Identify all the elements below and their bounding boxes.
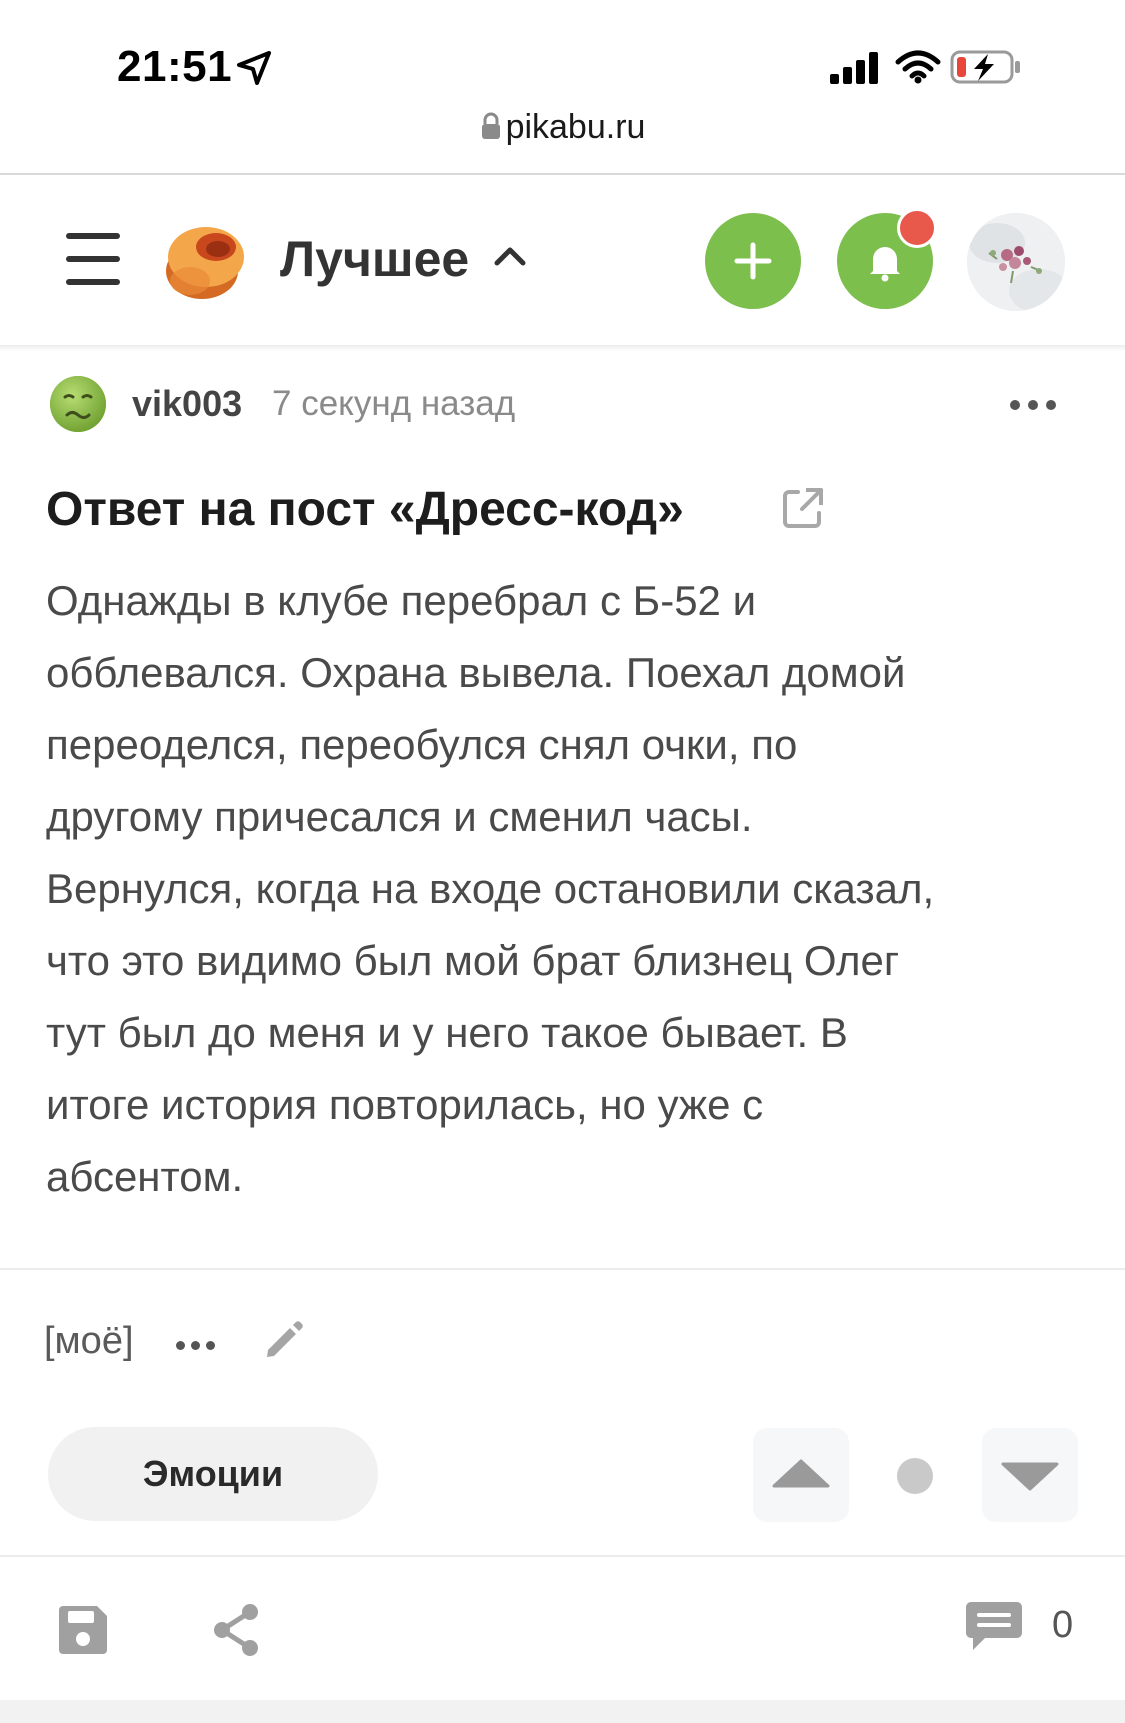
location-arrow-icon — [237, 51, 271, 85]
pencil-icon[interactable] — [262, 1318, 306, 1362]
post-body-line: другому причесался и сменил часы. — [46, 793, 753, 840]
cellular-signal-icon — [830, 52, 878, 84]
post-body-line: Вернулся, когда на входе остановили сказ… — [46, 865, 935, 912]
author-name[interactable]: vik003 — [132, 383, 242, 425]
plus-icon — [734, 242, 772, 280]
upvote-button[interactable] — [753, 1428, 849, 1522]
divider — [0, 1268, 1125, 1270]
post-body-line: тут был до меня и у него такое бывает. В — [46, 1009, 848, 1056]
emotions-button[interactable]: Эмоции — [48, 1427, 378, 1521]
post-body-line: итоге история повторилась, но уже с — [46, 1081, 764, 1128]
header-shadow — [0, 345, 1125, 351]
rating-hidden-indicator — [897, 1458, 933, 1494]
post-more-options-icon[interactable] — [1010, 395, 1060, 415]
tags-more-icon[interactable] — [176, 1341, 218, 1351]
share-icon[interactable] — [210, 1602, 262, 1658]
status-bar: 21:51 pikabu.ru — [0, 0, 1125, 146]
post-body-line: что это видимо был мой брат близнец Олег — [46, 937, 900, 984]
section-title[interactable]: Лучшее — [280, 230, 469, 288]
site-header: Лучшее — [0, 175, 1125, 345]
save-icon[interactable] — [55, 1602, 111, 1658]
post-body-line: переоделся, переобулся снял очки, по — [46, 721, 798, 768]
status-time: 21:51 — [117, 42, 233, 91]
comment-count[interactable]: 0 — [1052, 1604, 1073, 1647]
author-avatar[interactable] — [49, 375, 107, 433]
url-text: pikabu.ru — [505, 108, 646, 146]
post-tag[interactable]: [моё] — [44, 1320, 134, 1363]
wifi-icon — [895, 50, 941, 84]
lock-icon — [481, 112, 500, 139]
divider — [0, 1555, 1125, 1557]
post-body-line: абсентом. — [46, 1153, 244, 1200]
add-post-button[interactable] — [705, 213, 801, 309]
post-body: Однажды в клубе перебрал с Б-52 и обблев… — [46, 565, 1086, 1213]
chevron-up-icon[interactable] — [493, 245, 527, 267]
address-bar[interactable]: pikabu.ru — [0, 108, 1125, 147]
post-body-line: обблевался. Охрана вывела. Поехал домой — [46, 649, 906, 696]
post-title[interactable]: Ответ на пост «Дресс-код» — [46, 482, 684, 537]
user-avatar[interactable] — [967, 213, 1065, 311]
battery-charging-icon — [950, 50, 1020, 84]
arrow-up-icon — [772, 1459, 830, 1488]
comments-icon[interactable] — [965, 1600, 1023, 1654]
notification-badge — [897, 208, 937, 248]
next-post-strip — [0, 1700, 1125, 1723]
post-timestamp: 7 секунд назад — [272, 384, 516, 423]
downvote-button[interactable] — [982, 1428, 1078, 1522]
external-link-icon[interactable] — [780, 485, 826, 531]
pikabu-logo[interactable] — [160, 219, 250, 303]
post-body-line: Однажды в клубе перебрал с Б-52 и — [46, 577, 757, 624]
menu-icon[interactable] — [66, 233, 120, 285]
arrow-down-icon — [1001, 1462, 1059, 1491]
